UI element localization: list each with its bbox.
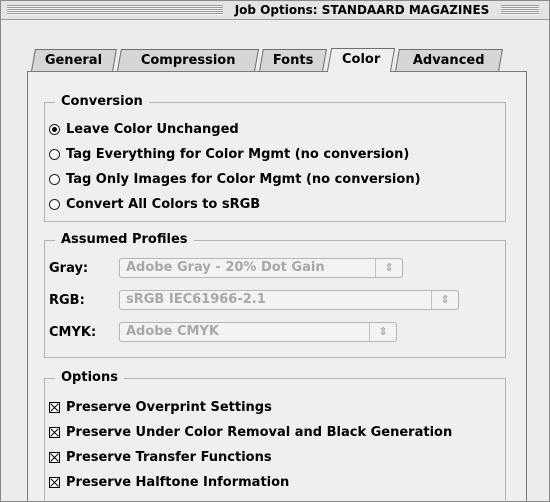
gray-profile-value: Adobe Gray - 20% Dot Gain [126, 260, 325, 275]
conversion-group: Conversion Leave Color Unchanged Tag Eve… [44, 93, 506, 222]
checkbox-label: Preserve Transfer Functions [66, 449, 272, 465]
tab-general-label: General [45, 53, 103, 68]
tab-compression-label: Compression [140, 53, 236, 68]
checkbox-checked[interactable] [49, 426, 60, 438]
check-preserve-overprint[interactable]: Preserve Overprint Settings [49, 397, 272, 417]
rgb-profile-row: RGB: sRGB IEC61966-2.1 ⇕ [49, 289, 459, 311]
radio-button[interactable] [49, 148, 60, 160]
radio-label: Convert All Colors to sRGB [66, 196, 261, 212]
tab-advanced[interactable]: Advanced [395, 49, 503, 71]
cmyk-label: CMYK: [49, 324, 97, 340]
radio-label: Leave Color Unchanged [66, 121, 239, 137]
assumed-profiles-group: Assumed Profiles Gray: Adobe Gray - 20% … [44, 231, 506, 358]
check-preserve-ucr-bg[interactable]: Preserve Under Color Removal and Black G… [49, 422, 452, 442]
check-preserve-transfer[interactable]: Preserve Transfer Functions [49, 447, 272, 467]
gray-profile-row: Gray: Adobe Gray - 20% Dot Gain ⇕ [49, 257, 403, 279]
tab-bar: General Compression Fonts Color Advanced [1, 19, 549, 73]
radio-tag-only-images[interactable]: Tag Only Images for Color Mgmt (no conve… [49, 169, 421, 189]
checkbox-label: Preserve Under Color Removal and Black G… [66, 424, 453, 440]
radio-leave-color-unchanged[interactable]: Leave Color Unchanged [49, 119, 239, 139]
cmyk-profile-select[interactable]: Adobe CMYK ⇕ [119, 322, 397, 342]
tab-general[interactable]: General [31, 49, 117, 71]
radio-button-selected[interactable] [49, 123, 60, 135]
window-title: Job Options: STANDAARD MAGAZINES [227, 2, 497, 18]
gray-profile-select[interactable]: Adobe Gray - 20% Dot Gain ⇕ [119, 258, 403, 278]
check-preserve-halftone[interactable]: Preserve Halftone Information [49, 472, 289, 492]
title-bar-stripes-right [501, 5, 539, 15]
radio-button[interactable] [49, 173, 60, 185]
options-group: Options Preserve Overprint Settings Pres… [44, 369, 506, 502]
rgb-profile-value: sRGB IEC61966-2.1 [126, 292, 266, 307]
chevron-updown-icon: ⇕ [369, 323, 396, 341]
cmyk-profile-row: CMYK: Adobe CMYK ⇕ [49, 321, 397, 343]
radio-button[interactable] [49, 198, 60, 210]
assumed-profiles-title: Assumed Profiles [55, 231, 194, 249]
title-bar-stripes-left [7, 5, 223, 15]
checkbox-checked[interactable] [49, 476, 60, 488]
checkbox-checked[interactable] [49, 451, 60, 463]
chevron-updown-icon: ⇕ [375, 259, 402, 277]
tab-fonts-label: Fonts [272, 53, 314, 68]
cmyk-profile-value: Adobe CMYK [126, 324, 219, 339]
tab-content-panel: Conversion Leave Color Unchanged Tag Eve… [27, 71, 527, 502]
checkbox-label: Preserve Overprint Settings [66, 399, 272, 415]
radio-convert-to-srgb[interactable]: Convert All Colors to sRGB [49, 194, 260, 214]
tab-fonts[interactable]: Fonts [259, 49, 327, 71]
tab-color-label: Color [341, 52, 381, 67]
rgb-profile-select[interactable]: sRGB IEC61966-2.1 ⇕ [119, 290, 459, 310]
radio-label: Tag Everything for Color Mgmt (no conver… [66, 146, 410, 162]
tab-color[interactable]: Color [326, 48, 396, 72]
checkbox-checked[interactable] [49, 401, 60, 413]
chevron-updown-icon: ⇕ [431, 291, 458, 309]
tab-compression[interactable]: Compression [117, 49, 259, 71]
gray-label: Gray: [49, 260, 89, 276]
checkbox-label: Preserve Halftone Information [66, 474, 290, 490]
title-bar[interactable]: Job Options: STANDAARD MAGAZINES [1, 1, 549, 20]
tab-advanced-label: Advanced [412, 53, 485, 68]
rgb-label: RGB: [49, 292, 85, 308]
radio-label: Tag Only Images for Color Mgmt (no conve… [66, 171, 421, 187]
options-group-title: Options [55, 369, 124, 387]
job-options-window: Job Options: STANDAARD MAGAZINES General… [0, 0, 550, 502]
conversion-group-title: Conversion [55, 93, 149, 111]
radio-tag-everything[interactable]: Tag Everything for Color Mgmt (no conver… [49, 144, 409, 164]
